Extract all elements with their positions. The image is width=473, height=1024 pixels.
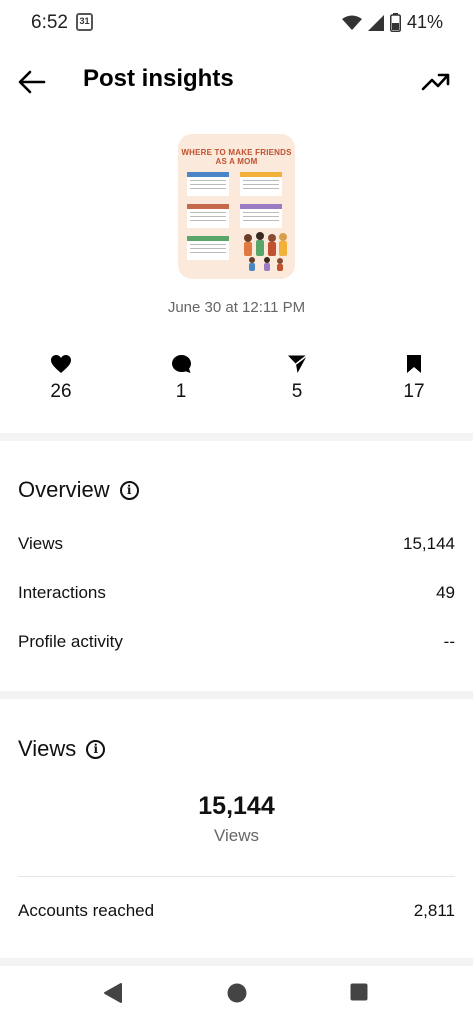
comments-count: 1	[175, 381, 187, 402]
calendar-icon: 31	[76, 13, 93, 31]
page-title: Post insights	[83, 65, 234, 92]
row-label: Interactions	[18, 583, 106, 602]
overview-title: Overview i	[18, 477, 139, 503]
people-illustration	[244, 232, 287, 271]
thumbnail-card	[187, 236, 229, 260]
trending-up-icon	[421, 73, 450, 91]
heart-icon	[51, 355, 71, 373]
bookmark-icon	[407, 355, 421, 373]
row-label: Accounts reached	[18, 901, 155, 920]
section-divider	[0, 433, 473, 441]
divider-line	[18, 876, 455, 877]
trend-button[interactable]	[419, 64, 453, 98]
views-title: Views i	[18, 736, 106, 762]
circle-home-icon	[227, 983, 247, 1003]
arrow-left-icon	[18, 70, 46, 94]
saves-count: 17	[403, 381, 425, 402]
section-divider	[0, 958, 473, 966]
thumbnail-card	[240, 172, 282, 196]
row-value: 2,811	[413, 901, 455, 920]
status-bar: 6:52 31 41%	[0, 0, 473, 44]
post-thumbnail[interactable]: WHERE TO MAKE FRIENDS AS A MOM	[178, 134, 295, 279]
views-total: 15,144	[198, 792, 275, 820]
comment-icon	[171, 355, 191, 373]
nav-back-button[interactable]	[103, 982, 123, 1009]
saves-stat: 17	[384, 354, 444, 403]
accounts-reached-row[interactable]: Accounts reached 2,811	[18, 901, 455, 925]
info-icon[interactable]: i	[86, 739, 106, 759]
engagement-stats: 26 1 5 17	[0, 354, 473, 414]
info-icon[interactable]: i	[119, 480, 139, 500]
status-indicators: 41%	[341, 12, 443, 33]
wifi-icon	[341, 15, 362, 30]
comments-stat: 1	[151, 354, 211, 403]
thumbnail-title: WHERE TO MAKE FRIENDS AS A MOM	[181, 148, 292, 166]
send-icon	[287, 354, 307, 373]
section-divider	[0, 691, 473, 699]
post-date: June 30 at 12:11 PM	[167, 299, 306, 316]
back-button[interactable]	[14, 64, 50, 100]
overview-row-views[interactable]: Views 15,144	[18, 534, 455, 558]
row-value: --	[443, 632, 455, 651]
system-nav-bar	[0, 966, 473, 1024]
shares-stat: 5	[267, 354, 327, 403]
triangle-back-icon	[104, 983, 122, 1003]
thumbnail-card	[240, 204, 282, 228]
views-title-text: Views	[18, 736, 77, 761]
overview-title-text: Overview	[18, 477, 110, 502]
nav-home-button[interactable]	[226, 982, 248, 1009]
row-value: 15,144	[403, 534, 455, 553]
thumbnail-card	[187, 204, 229, 228]
square-recents-icon	[350, 983, 368, 1001]
battery-icon	[389, 13, 401, 32]
likes-stat: 26	[31, 354, 91, 403]
likes-count: 26	[50, 381, 72, 402]
row-label: Views	[18, 534, 64, 553]
battery-percent: 41%	[406, 12, 443, 32]
views-caption: Views	[213, 826, 260, 845]
status-time: 6:52	[31, 12, 68, 33]
overview-row-profile-activity[interactable]: Profile activity --	[18, 632, 455, 656]
row-value: 49	[436, 583, 455, 602]
nav-recents-button[interactable]	[349, 982, 369, 1007]
thumbnail-card	[187, 172, 229, 196]
row-label: Profile activity	[18, 632, 123, 651]
cell-signal-icon	[367, 14, 384, 31]
overview-row-interactions[interactable]: Interactions 49	[18, 583, 455, 607]
shares-count: 5	[291, 381, 303, 402]
app-bar: Post insights	[0, 52, 473, 108]
